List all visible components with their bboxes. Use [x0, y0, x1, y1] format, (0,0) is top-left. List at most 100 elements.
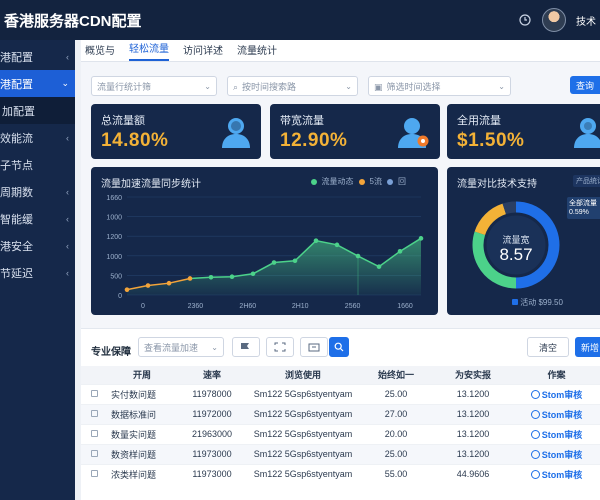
sidebar-item-label: 智能缓	[0, 213, 33, 226]
data-point	[334, 242, 340, 248]
donut-footer-text: 活动 $99.50	[520, 298, 563, 307]
avatar[interactable]	[542, 8, 566, 32]
table-cell-action: Stom审核	[513, 443, 600, 464]
query-button[interactable]: 查询	[570, 76, 600, 94]
donut-annotation: 全部流量 0.59%	[567, 197, 600, 219]
column-header[interactable]: 浏览使用	[247, 366, 359, 384]
checkbox[interactable]	[90, 410, 98, 417]
checkbox[interactable]	[90, 470, 98, 478]
review-link-label: Stom审核	[541, 469, 583, 480]
tab-access-details[interactable]: 访问详述	[183, 42, 223, 61]
data-point	[229, 274, 235, 279]
sidebar-item-port-config-active[interactable]: 港配置 ⌄	[0, 70, 75, 97]
user-settings-icon	[398, 118, 429, 148]
sidebar-item-label: 周期数	[0, 186, 33, 199]
table-cell-action: Stom审核	[513, 463, 600, 484]
column-header[interactable]: 作案	[513, 366, 600, 384]
add-button[interactable]: 新增	[575, 337, 600, 357]
clock-icon[interactable]	[518, 13, 532, 27]
time-range-placeholder: 筛选时间选择	[386, 81, 441, 92]
review-link[interactable]: Stom审核	[530, 428, 583, 441]
sidebar: 港配置 ‹ 港配置 ⌄ 加配置 效能流 ‹ 子节点 周期数 ‹ 智能缓 ‹ 港安全 ‹ 节延…	[0, 40, 75, 500]
table-cell-value1: 27.00	[359, 403, 433, 424]
table-row[interactable]: 数量实问题 21963000 Sm122 5Gsp6styentyam 20.0…	[81, 423, 600, 444]
sidebar-item-latency[interactable]: 节延迟 ‹	[0, 259, 75, 286]
sidebar-item-label: 加配置	[2, 105, 35, 118]
donut-chart-panel: 流量对比技术支持 产品统计 流量宽 8.57 全部流量 0.59% 活动 $99…	[447, 167, 600, 315]
data-point	[187, 276, 193, 281]
table-cell-value2: 13.1200	[433, 423, 513, 444]
sidebar-item-cycle[interactable]: 周期数 ‹	[0, 178, 75, 205]
checkbox[interactable]	[90, 430, 98, 437]
column-header[interactable]: 速率	[177, 366, 247, 384]
sidebar-item-performance[interactable]: 效能流 ‹	[0, 124, 75, 151]
table-cell-value2: 13.1200	[433, 403, 513, 424]
chevron-down-icon: ⌄	[345, 81, 352, 91]
chevron-down-icon: ⌄	[61, 78, 69, 88]
time-range-select[interactable]: ▣ 筛选时间选择 ⌄	[368, 76, 511, 96]
review-link-label: Stom审核	[541, 429, 583, 440]
kpi-value: $1.50%	[457, 130, 525, 151]
row-checkbox-cell[interactable]	[81, 463, 107, 484]
user-name[interactable]: 技术	[576, 13, 596, 28]
column-header[interactable]: 开周	[107, 366, 177, 384]
sidebar-item-smart-cache[interactable]: 智能缓 ‹	[0, 205, 75, 232]
flag-button[interactable]	[232, 337, 260, 357]
chevron-left-icon: ‹	[66, 213, 69, 224]
review-link[interactable]: Stom审核	[530, 388, 582, 401]
table-cell-usage: Sm122 5Gsp6styentyam	[247, 463, 359, 484]
tab-traffic[interactable]: 轻松流量	[129, 40, 169, 61]
archive-button[interactable]	[300, 337, 328, 357]
review-link[interactable]: Stom审核	[530, 468, 583, 481]
y-tick-label: 1200	[106, 234, 122, 241]
y-tick-label: 500	[110, 273, 122, 280]
table-cell-action: Stom审核	[513, 383, 600, 404]
checkbox[interactable]	[90, 450, 98, 457]
data-point	[124, 287, 130, 292]
sidebar-item-port-config[interactable]: 港配置 ‹	[0, 43, 75, 70]
review-link[interactable]: Stom审核	[530, 408, 583, 421]
expand-button[interactable]	[266, 337, 294, 357]
table-cell-usage: Sm122 5Gsp6styentyam	[247, 403, 359, 424]
table-search-input[interactable]: 查看流量加速 ⌄	[138, 337, 224, 357]
sidebar-item-security[interactable]: 港安全 ‹	[0, 232, 75, 259]
column-header[interactable]: 始终如一	[359, 366, 433, 384]
tab-overview[interactable]: 概览与	[85, 42, 115, 61]
table-row[interactable]: 浓类样问题 11973000 Sm122 5Gsp6styentyam 55.0…	[81, 463, 600, 484]
row-checkbox-cell[interactable]	[81, 403, 107, 424]
sidebar-item-label: 子节点	[0, 159, 33, 172]
table-row[interactable]: 数资样问题 11973000 Sm122 5Gsp6styentyam 25.0…	[81, 443, 600, 464]
tab-traffic-stats[interactable]: 流量统计	[237, 42, 277, 61]
table-cell-usage: Sm122 5Gsp6styentyam	[247, 443, 359, 464]
column-header[interactable]: 为安实报	[433, 366, 513, 384]
review-icon	[530, 469, 540, 479]
table-cell-rate: 11972000	[177, 403, 247, 424]
row-checkbox-cell[interactable]	[81, 423, 107, 444]
chevron-left-icon: ‹	[66, 186, 69, 197]
chevron-down-icon: ⌄	[498, 81, 505, 91]
data-point	[145, 283, 151, 288]
row-checkbox-cell[interactable]	[81, 383, 107, 404]
traffic-filter-select[interactable]: 流量行统计筛 ⌄	[91, 76, 217, 96]
sidebar-item-label: 港配置	[0, 51, 33, 64]
expand-icon	[274, 342, 286, 352]
chevron-down-icon: ⌄	[204, 81, 211, 91]
review-link-label: Stom审核	[541, 449, 583, 460]
table-search-placeholder: 查看流量加速	[144, 342, 199, 353]
sidebar-item-child-nodes[interactable]: 子节点	[0, 151, 75, 178]
search-button[interactable]	[329, 337, 349, 357]
data-point	[418, 236, 424, 241]
row-checkbox-cell[interactable]	[81, 443, 107, 464]
time-search-input[interactable]: ⌕ 按时间搜索路 ⌄	[227, 76, 358, 96]
sidebar-item-add-config[interactable]: 加配置	[0, 97, 75, 124]
table-cell-value1: 25.00	[359, 443, 433, 464]
checkbox[interactable]	[90, 390, 98, 397]
reset-button[interactable]: 清空	[527, 337, 569, 357]
kpi-label: 全用流量	[457, 115, 501, 127]
review-link[interactable]: Stom审核	[530, 448, 583, 461]
data-point	[250, 271, 256, 277]
table-row[interactable]: 实付数问题 11978000 Sm122 5Gsp6styentyam 25.0…	[81, 383, 600, 404]
table-row[interactable]: 数据标准问 11972000 Sm122 5Gsp6styentyam 27.0…	[81, 403, 600, 424]
review-link-label: Stom审核	[541, 409, 583, 420]
time-search-placeholder: 按时间搜索路	[242, 81, 297, 92]
